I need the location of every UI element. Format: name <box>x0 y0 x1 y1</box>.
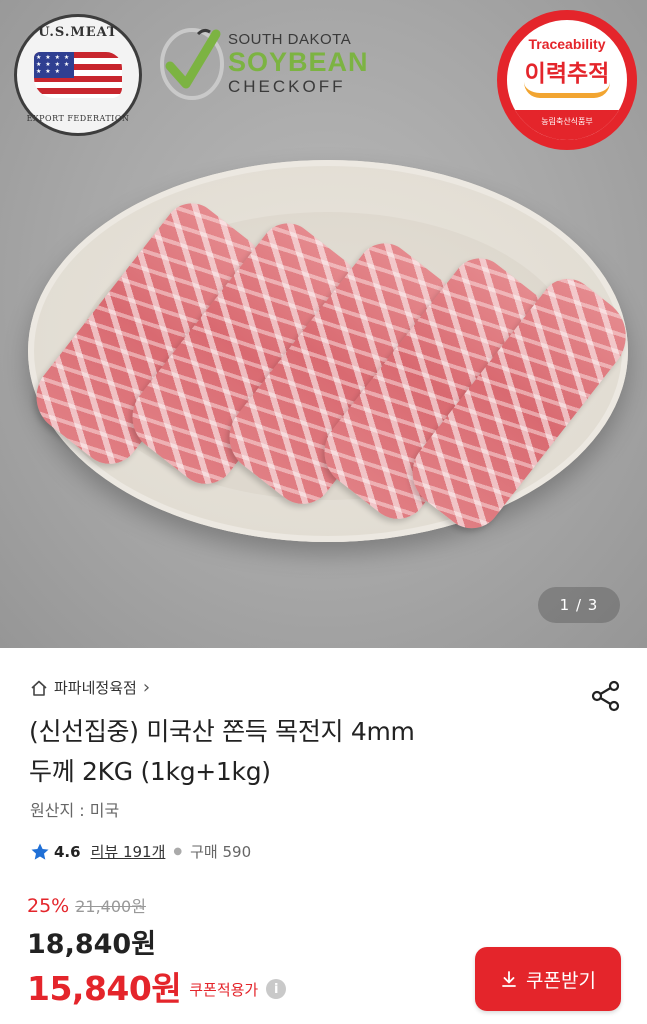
flag-canton: ★ ★ ★ ★ ★ ★ ★ ★ ★ ★ ★ <box>34 52 74 78</box>
traceability-en-text: Traceability <box>528 36 606 52</box>
coupon-price-row: 15,840원 쿠폰적용가 i <box>27 962 287 1010</box>
separator-dot: ● <box>173 846 183 857</box>
product-image-carousel[interactable]: U.S.MEAT ★ ★ ★ ★ ★ ★ ★ ★ ★ ★ ★ EXPORT FE… <box>0 0 647 648</box>
purchase-count: 구매 590 <box>190 843 252 861</box>
usmef-logo: U.S.MEAT ★ ★ ★ ★ ★ ★ ★ ★ ★ ★ ★ EXPORT FE… <box>14 14 142 136</box>
get-coupon-button[interactable]: 쿠폰받기 <box>475 947 621 1011</box>
soybean-checkoff-logo: SOUTH DAKOTA SOYBEAN CHECKOFF <box>158 22 368 106</box>
review-count-link[interactable]: 리뷰 191개 <box>91 841 166 862</box>
chevron-right-icon: › <box>142 677 151 698</box>
usmef-logo-bottom-text: EXPORT FEDERATION <box>26 114 130 123</box>
traceability-badge: Traceability 이력추적 농림축산식품부 <box>497 10 637 150</box>
download-arrow-icon <box>502 971 516 987</box>
share-icon[interactable] <box>588 678 624 714</box>
store-link[interactable]: 파파네정육점 › <box>30 677 150 698</box>
coupon-price: 15,840원 <box>27 969 182 1008</box>
discount-row: 25% 21,400원 <box>27 893 146 917</box>
store-name: 파파네정육점 <box>54 679 137 697</box>
swoosh-icon <box>524 82 610 98</box>
us-flag-map-icon: ★ ★ ★ ★ ★ ★ ★ ★ ★ ★ ★ <box>34 52 122 98</box>
soy-logo-line1: SOUTH DAKOTA <box>228 31 352 48</box>
soy-logo-line3: CHECKOFF <box>228 77 346 96</box>
soy-logo-line2: SOYBEAN <box>228 47 369 77</box>
original-price: 21,400원 <box>75 897 146 916</box>
star-icon <box>31 843 49 860</box>
get-coupon-label: 쿠폰받기 <box>526 969 596 992</box>
usmef-logo-top-text: U.S.MEAT <box>38 25 118 40</box>
traceability-ministry-text: 농림축산식품부 <box>507 110 627 140</box>
coupon-price-label: 쿠폰적용가 <box>189 980 259 999</box>
product-title-line1: (신선집중) 미국산 쫀득 목전지 4mm <box>29 717 415 746</box>
product-origin: 원산지 : 미국 <box>30 801 120 820</box>
sale-price: 18,840원 <box>27 929 157 960</box>
home-icon <box>31 680 47 696</box>
image-pager: 1 / 3 <box>538 587 620 623</box>
product-title: (신선집중) 미국산 쫀득 목전지 4mm 두께 2KG (1kg+1kg) <box>29 712 569 792</box>
info-icon[interactable]: i <box>266 979 287 999</box>
rating-score: 4.6 <box>54 842 81 861</box>
rating-row: 4.6 리뷰 191개 ● 구매 590 <box>30 841 251 862</box>
discount-percent: 25% <box>27 895 70 917</box>
product-title-line2: 두께 2KG (1kg+1kg) <box>29 757 271 786</box>
checkmark-icon <box>160 28 224 100</box>
